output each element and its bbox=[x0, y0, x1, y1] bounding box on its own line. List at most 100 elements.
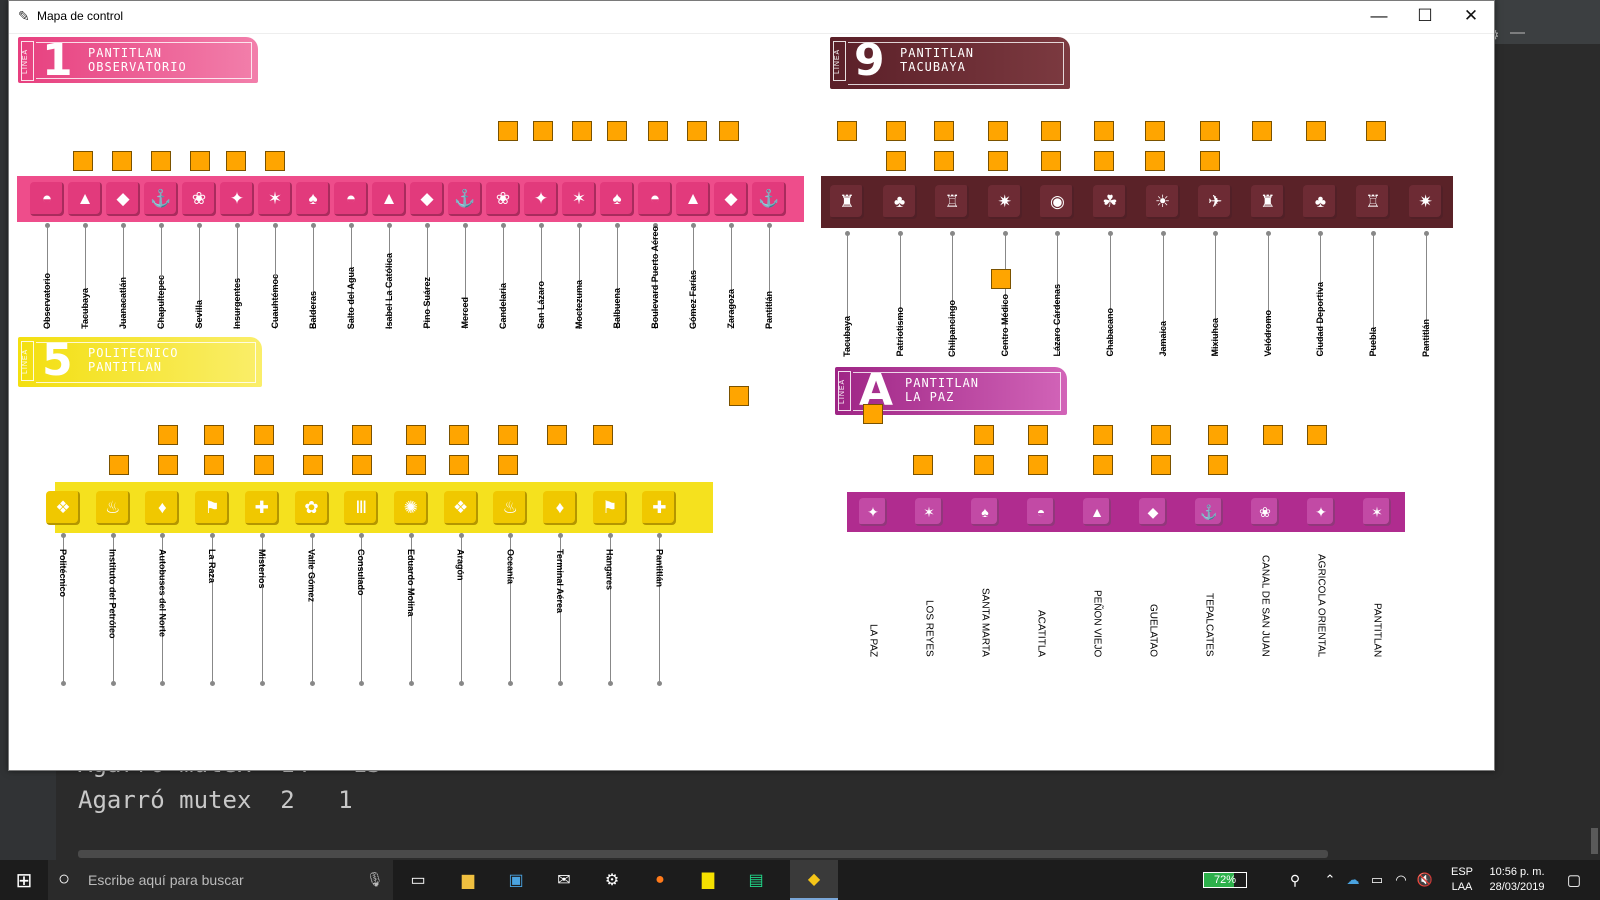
lA-station-icon[interactable]: ◆ bbox=[1139, 498, 1167, 526]
l1-station-icon[interactable]: ⚓ bbox=[448, 182, 482, 216]
l1-station-icon[interactable]: ✶ bbox=[562, 182, 596, 216]
l1-station-icon[interactable]: ✦ bbox=[220, 182, 254, 216]
l5-station-icon[interactable]: ♦ bbox=[145, 490, 180, 525]
l9-station-icon[interactable]: ☀ bbox=[1145, 185, 1180, 219]
volume-icon[interactable]: 🔇 bbox=[1414, 860, 1436, 900]
language-code: ESP bbox=[1450, 866, 1473, 878]
l5-station-icon[interactable]: ✚ bbox=[642, 490, 677, 525]
lA-train-marker bbox=[913, 455, 933, 475]
battery-indicator[interactable]: 72% bbox=[1203, 872, 1247, 888]
horizontal-scrollbar[interactable] bbox=[78, 850, 1328, 858]
windows-start-icon[interactable]: ⊞ bbox=[0, 860, 48, 900]
chevron-up-icon[interactable]: ⌃ bbox=[1320, 860, 1340, 900]
l1-station-icon[interactable]: ▲ bbox=[68, 182, 102, 216]
clock[interactable]: 10:56 p. m. 28/03/2019 bbox=[1484, 865, 1550, 895]
l5-station-icon[interactable]: ⚑ bbox=[592, 490, 627, 525]
firefox-icon[interactable]: ● bbox=[638, 860, 682, 900]
l9-station-name: Lázaro Cárdenas bbox=[1052, 284, 1063, 357]
l5-station-icon[interactable]: ♦ bbox=[543, 490, 577, 525]
l5-station-icon[interactable]: ♨ bbox=[95, 490, 130, 525]
l9-station-icon[interactable]: ◉ bbox=[1040, 185, 1075, 219]
l1-train-marker bbox=[265, 151, 285, 171]
l9-station-name: Centro Médico bbox=[999, 294, 1010, 357]
l9-station-icon[interactable]: ☘ bbox=[1093, 185, 1127, 219]
l5-station-icon[interactable]: ✺ bbox=[393, 490, 428, 525]
l1-station-icon[interactable]: ◆ bbox=[410, 182, 444, 216]
l9-station-icon[interactable]: ✈ bbox=[1198, 185, 1233, 219]
people-icon[interactable]: ⚲ bbox=[1283, 860, 1307, 900]
l9-train-marker bbox=[1145, 121, 1165, 141]
power-icon[interactable]: ▭ bbox=[1366, 860, 1388, 900]
l1-station-icon[interactable]: ⚓ bbox=[144, 182, 178, 216]
l1-station-dot bbox=[273, 223, 278, 228]
minimize-panel-icon[interactable]: — bbox=[1510, 24, 1525, 41]
file-explorer-icon[interactable]: ▆ bbox=[446, 860, 490, 900]
lA-station-icon[interactable]: ◓ bbox=[1027, 498, 1055, 526]
l1-station-dot bbox=[311, 223, 316, 228]
l1-station-icon[interactable]: ♠ bbox=[296, 182, 330, 216]
close-button[interactable]: ✕ bbox=[1448, 1, 1494, 33]
store-icon[interactable]: ▣ bbox=[494, 860, 538, 900]
l5-station-icon[interactable]: ✚ bbox=[244, 490, 279, 525]
l5-station-icon[interactable]: ✿ bbox=[294, 490, 329, 525]
l1-station-icon[interactable]: ▲ bbox=[372, 182, 406, 216]
lA-station-name: AGRICOLA ORIENTAL bbox=[1315, 554, 1327, 658]
lA-station-icon[interactable]: ✦ bbox=[1307, 498, 1335, 526]
language-indicator[interactable]: ESP LAA bbox=[1444, 865, 1480, 895]
l9-station-icon[interactable]: ♜ bbox=[830, 185, 864, 219]
lA-station-icon[interactable]: ✶ bbox=[1363, 498, 1391, 526]
l1-station-icon[interactable]: ◓ bbox=[30, 182, 64, 216]
l1-station-icon[interactable]: ⚓ bbox=[752, 182, 786, 216]
l1-station-icon[interactable]: ❀ bbox=[182, 182, 216, 216]
minimize-button[interactable]: — bbox=[1356, 1, 1402, 33]
pycharm-icon[interactable]: ▤ bbox=[734, 860, 778, 900]
l9-station-icon[interactable]: ♖ bbox=[1356, 185, 1390, 219]
l1-station-name: Zaragoza bbox=[726, 289, 736, 329]
taskbar-search[interactable]: ○ Escribe aquí para buscar 🎙 bbox=[48, 860, 393, 900]
l1-station-icon[interactable]: ▲ bbox=[676, 182, 710, 216]
lA-station-icon[interactable]: ✦ bbox=[859, 498, 887, 526]
l5-station-dot bbox=[458, 533, 464, 538]
title-bar[interactable]: ✎ Mapa de control — ☐ ✕ bbox=[9, 1, 1494, 34]
l1-station-icon[interactable]: ✶ bbox=[258, 182, 292, 216]
microphone-icon[interactable]: 🎙 bbox=[366, 871, 384, 888]
l1-station-icon[interactable]: ◆ bbox=[106, 182, 140, 216]
l5-station-dot bbox=[309, 533, 315, 538]
l1-station-icon[interactable]: ❀ bbox=[486, 182, 520, 216]
vertical-scrollbar[interactable] bbox=[1591, 828, 1598, 854]
l5-station-icon[interactable]: ❖ bbox=[46, 490, 80, 525]
lA-station-icon[interactable]: ❀ bbox=[1251, 498, 1279, 526]
l9-station-icon[interactable]: ♜ bbox=[1250, 185, 1285, 219]
l9-station-icon[interactable]: ✷ bbox=[1408, 185, 1443, 219]
lA-train-marker bbox=[1208, 425, 1228, 445]
l5-station-icon[interactable]: ❖ bbox=[443, 490, 478, 525]
l1-station-icon[interactable]: ♠ bbox=[600, 182, 634, 216]
l5-station-icon[interactable]: ♨ bbox=[493, 490, 528, 525]
settings-icon[interactable]: ⚙ bbox=[590, 860, 634, 900]
maximize-button[interactable]: ☐ bbox=[1402, 1, 1448, 33]
l1-station-name: Pantitlán bbox=[764, 291, 774, 330]
l1-station-icon[interactable]: ◓ bbox=[334, 182, 368, 216]
notification-icon[interactable]: ▢ bbox=[1556, 860, 1592, 900]
sticky-notes-icon[interactable]: ▇ bbox=[686, 860, 730, 900]
lA-station-icon[interactable]: ♠ bbox=[971, 498, 999, 526]
task-view-icon[interactable]: ▭ bbox=[396, 860, 440, 900]
l5-station-dot bbox=[657, 533, 663, 538]
mail-icon[interactable]: ✉ bbox=[542, 860, 586, 900]
l5-station-icon[interactable]: Ⅲ bbox=[344, 490, 379, 525]
l5-station-icon[interactable]: ⚑ bbox=[195, 490, 230, 525]
lA-station-icon[interactable]: ⚓ bbox=[1195, 498, 1223, 526]
lA-station-icon[interactable]: ▲ bbox=[1083, 498, 1111, 526]
l1-station-icon[interactable]: ◆ bbox=[714, 182, 748, 216]
l9-station-icon[interactable]: ♣ bbox=[1303, 185, 1338, 219]
l9-station-icon[interactable]: ♖ bbox=[935, 185, 970, 219]
l9-station-icon[interactable]: ✷ bbox=[987, 185, 1022, 219]
onedrive-icon[interactable]: ☁ bbox=[1342, 860, 1364, 900]
wifi-icon[interactable]: ◠ bbox=[1390, 860, 1412, 900]
l9-train-marker bbox=[1200, 151, 1220, 171]
l9-station-icon[interactable]: ♣ bbox=[882, 185, 917, 219]
l1-station-icon[interactable]: ◓ bbox=[638, 182, 672, 216]
l1-station-icon[interactable]: ✦ bbox=[524, 182, 558, 216]
lA-station-icon[interactable]: ✶ bbox=[915, 498, 943, 526]
python-app-icon[interactable]: ◆ bbox=[790, 860, 838, 900]
